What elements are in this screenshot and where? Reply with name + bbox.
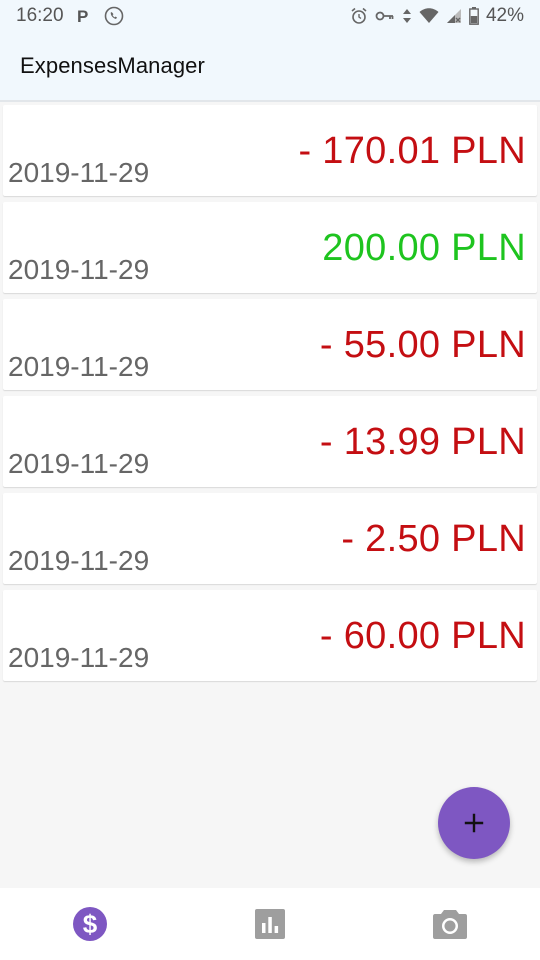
wifi-icon	[419, 8, 439, 24]
bar-chart-icon	[255, 909, 285, 939]
bottom-navigation: $	[0, 888, 540, 960]
transaction-date: 2019-11-29	[8, 448, 150, 479]
status-left: 16:20 P	[16, 5, 124, 27]
battery-icon	[469, 7, 479, 25]
svg-text:$: $	[83, 909, 98, 939]
vpn-key-icon	[375, 9, 395, 23]
plus-icon	[464, 813, 484, 833]
nav-item-statistics[interactable]	[180, 888, 360, 960]
transaction-card[interactable]: 200.00 PLN 2019-11-29	[3, 202, 537, 293]
status-bar: 16:20 P 42%	[0, 0, 540, 32]
dollar-icon: $	[73, 907, 107, 941]
screen: 16:20 P 42% ExpensesManager - 170.01 PLN…	[0, 0, 540, 960]
transaction-amount: - 170.01 PLN	[298, 130, 526, 172]
camera-icon	[433, 910, 467, 939]
transaction-card[interactable]: - 55.00 PLN 2019-11-29	[3, 299, 537, 390]
transaction-date: 2019-11-29	[8, 254, 150, 285]
signal-icon	[446, 8, 462, 24]
transaction-date: 2019-11-29	[8, 351, 150, 382]
transaction-date: 2019-11-29	[8, 157, 150, 188]
call-icon	[104, 6, 124, 26]
transaction-date: 2019-11-29	[8, 642, 150, 673]
svg-text:P: P	[77, 7, 88, 25]
transaction-card[interactable]: - 170.01 PLN 2019-11-29	[3, 105, 537, 196]
alarm-icon	[350, 7, 368, 25]
transaction-card[interactable]: - 60.00 PLN 2019-11-29	[3, 590, 537, 681]
status-time: 16:20	[16, 5, 64, 26]
transaction-amount: - 2.50 PLN	[341, 518, 526, 560]
nav-item-camera[interactable]	[360, 888, 540, 960]
transaction-amount: 200.00 PLN	[322, 227, 526, 269]
status-right: 42%	[350, 5, 524, 27]
transaction-amount: - 13.99 PLN	[319, 421, 526, 463]
transaction-card[interactable]: - 13.99 PLN 2019-11-29	[3, 396, 537, 487]
nav-item-expenses[interactable]: $	[0, 888, 180, 960]
add-transaction-button[interactable]	[438, 787, 510, 859]
transaction-amount: - 60.00 PLN	[319, 615, 526, 657]
data-arrows-icon	[402, 8, 412, 24]
transaction-list: - 170.01 PLN 2019-11-29 200.00 PLN 2019-…	[3, 105, 537, 687]
transaction-card[interactable]: - 2.50 PLN 2019-11-29	[3, 493, 537, 584]
app-title: ExpensesManager	[20, 53, 205, 78]
app-bar: ExpensesManager	[0, 32, 540, 102]
transaction-amount: - 55.00 PLN	[319, 324, 526, 366]
battery-percent: 42%	[485, 5, 524, 26]
transaction-date: 2019-11-29	[8, 545, 150, 576]
parking-icon: P	[76, 7, 92, 25]
